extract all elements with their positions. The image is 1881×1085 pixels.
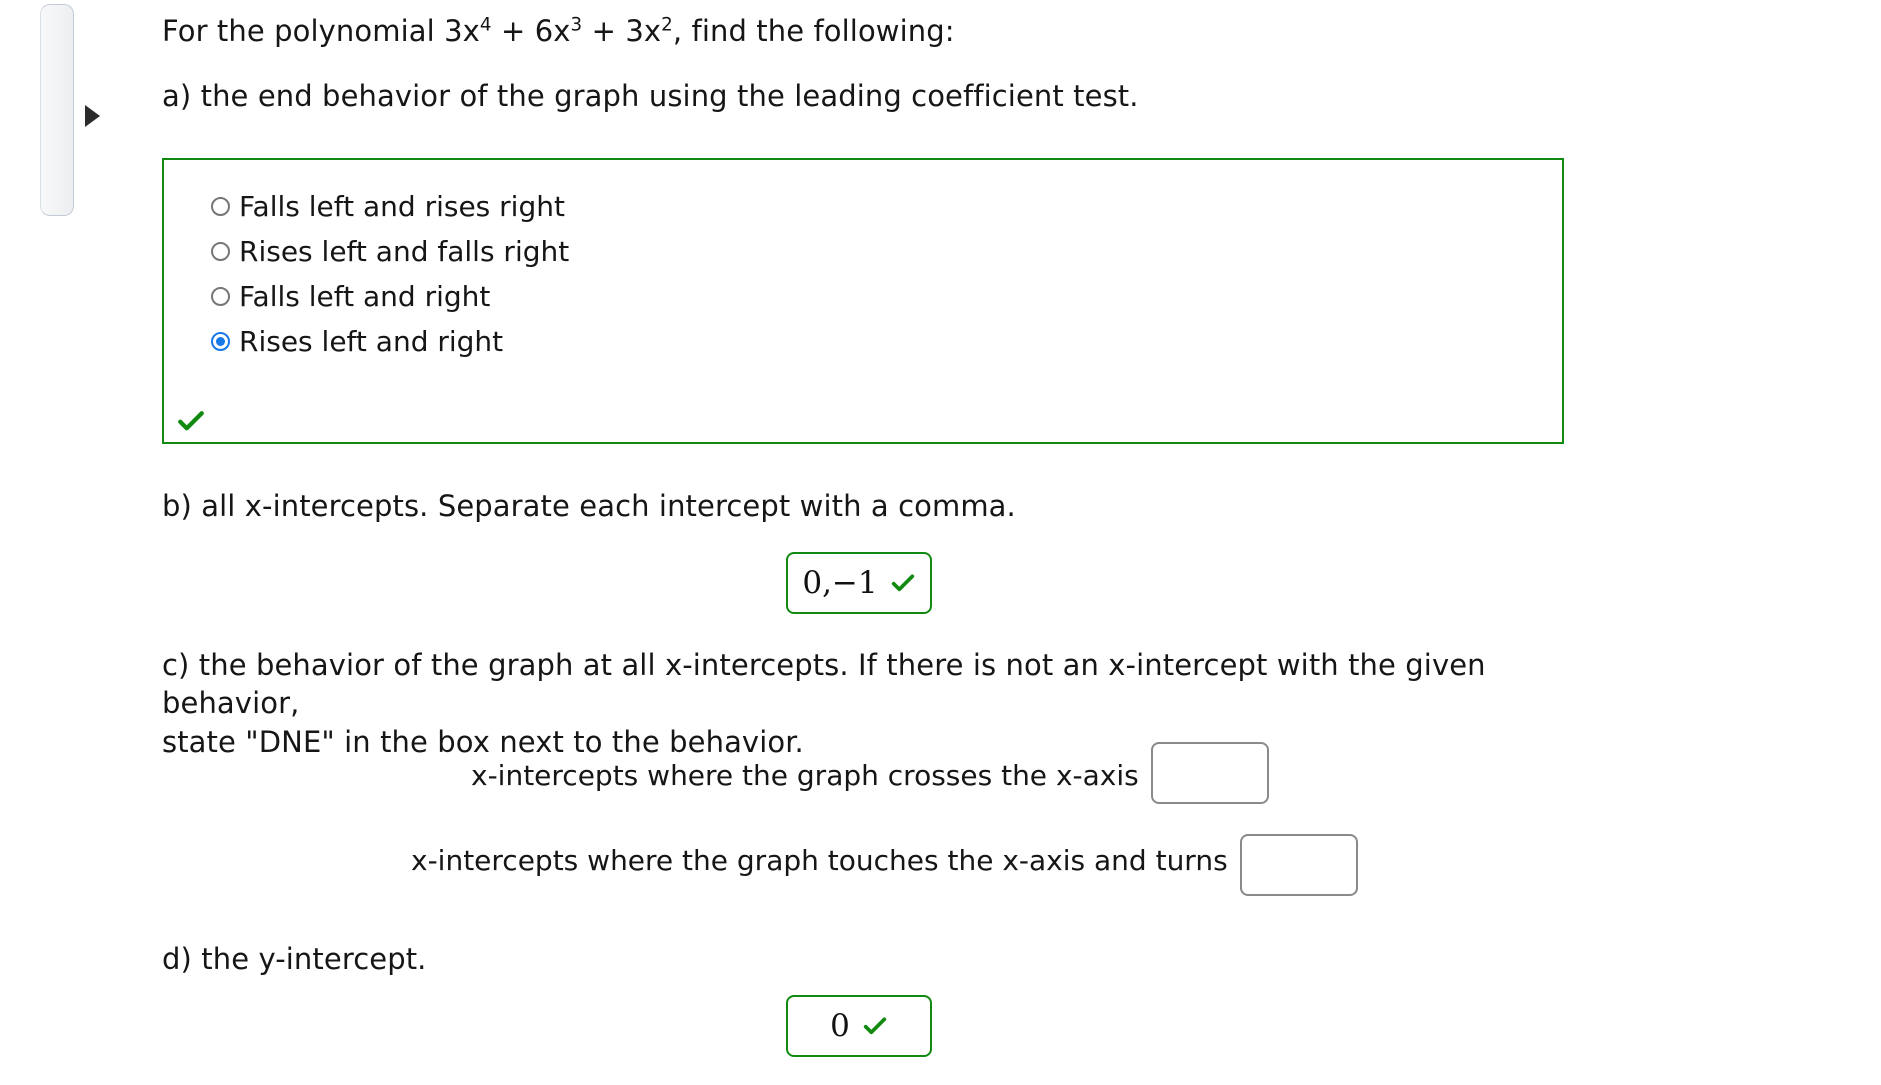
polynomial-exponent-3: 2	[661, 14, 673, 36]
green-check-icon	[891, 574, 914, 592]
triangle-right-icon[interactable]	[85, 105, 100, 127]
choice-label-3: Falls left and right	[239, 279, 491, 313]
choice-option-1[interactable]: Falls left and rises right	[211, 184, 569, 229]
choice-label-4: Rises left and right	[239, 324, 504, 358]
part-d-answer-value: 0	[830, 1007, 850, 1044]
part-b-answer-value: 0,−1	[802, 564, 878, 601]
part-c-cross-label: x-intercepts where the graph crosses the…	[471, 758, 1139, 792]
polynomial-op-2: +	[582, 14, 626, 48]
choice-option-4[interactable]: Rises left and right	[211, 319, 569, 364]
part-a-prompt: a) the end behavior of the graph using t…	[162, 79, 1139, 113]
stem-suffix: , find the following:	[672, 14, 955, 48]
polynomial-exponent-1: 4	[479, 14, 492, 36]
part-c-prompt-line-1: c) the behavior of the graph at all x-in…	[162, 648, 1486, 721]
radio-button-3[interactable]	[211, 287, 230, 306]
question-stem: For the polynomial 3x4 + 6x3 + 3x2, find…	[162, 12, 955, 50]
radio-group: Falls left and rises right Rises left an…	[211, 184, 569, 364]
polynomial-exponent-2: 3	[570, 14, 583, 36]
side-panel-handle[interactable]	[40, 4, 100, 216]
polynomial-term-3: 3x	[625, 14, 662, 48]
radio-button-2[interactable]	[211, 242, 230, 261]
choice-option-2[interactable]: Rises left and falls right	[211, 229, 569, 274]
radio-button-1[interactable]	[211, 197, 230, 216]
part-c-touch-row: x-intercepts where the graph touches the…	[411, 824, 1358, 896]
part-d-prompt: d) the y-intercept.	[162, 942, 427, 976]
part-c-cross-input[interactable]	[1150, 742, 1269, 804]
part-c-prompt: c) the behavior of the graph at all x-in…	[162, 646, 1562, 761]
green-check-icon	[863, 1017, 887, 1035]
part-c-touch-input[interactable]	[1239, 834, 1358, 896]
part-b-answer-input[interactable]: 0,−1	[786, 552, 932, 614]
polynomial-op-1: +	[491, 14, 535, 48]
part-b-prompt: b) all x-intercepts. Separate each inter…	[162, 489, 1016, 523]
radio-button-4[interactable]	[211, 332, 230, 351]
choice-label-1: Falls left and rises right	[239, 189, 565, 223]
part-a-choice-group: Falls left and rises right Rises left an…	[162, 158, 1564, 444]
choice-label-2: Rises left and falls right	[239, 234, 570, 268]
part-c-cross-row: x-intercepts where the graph crosses the…	[471, 742, 1269, 804]
part-c-touch-label: x-intercepts where the graph touches the…	[411, 843, 1228, 877]
part-d-answer-input[interactable]: 0	[786, 995, 932, 1057]
polynomial-term-1: 3x	[444, 14, 480, 48]
choice-option-3[interactable]: Falls left and right	[211, 274, 569, 319]
stem-prefix: For the polynomial	[162, 14, 445, 48]
polynomial-term-2: 6x	[534, 14, 571, 48]
green-check-icon	[178, 411, 204, 431]
